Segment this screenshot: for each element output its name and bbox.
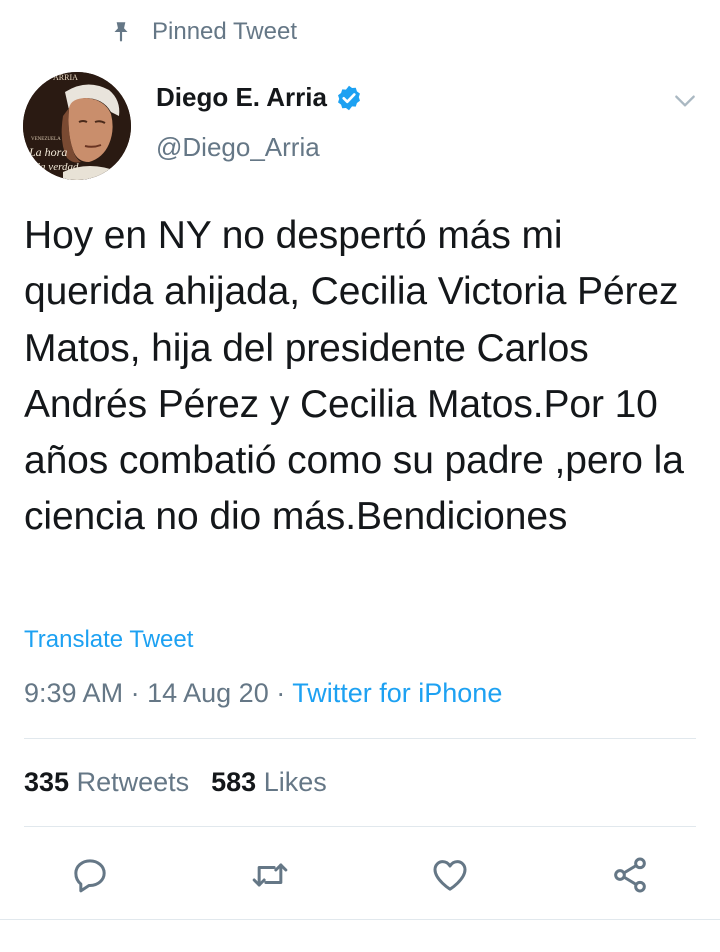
retweet-icon[interactable] bbox=[250, 855, 290, 895]
tweet-source-link[interactable]: Twitter for iPhone bbox=[292, 678, 502, 708]
pin-icon bbox=[114, 22, 128, 42]
avatar-lettering-line1: La hora bbox=[28, 145, 67, 159]
tweet-date: 14 Aug 20 bbox=[147, 678, 269, 708]
avatar-lettering-title: ARRIA bbox=[53, 73, 78, 82]
likes-stat[interactable]: 583 Likes bbox=[211, 767, 327, 797]
pinned-tweet-header: Pinned Tweet bbox=[108, 18, 297, 46]
avatar[interactable]: ARRIA VENEZUELA La hora la verdad bbox=[23, 72, 131, 180]
share-icon[interactable] bbox=[610, 855, 650, 895]
pinned-label: Pinned Tweet bbox=[152, 18, 297, 45]
retweets-stat[interactable]: 335 Retweets bbox=[24, 767, 189, 797]
likes-label: Likes bbox=[263, 767, 327, 797]
retweets-count: 335 bbox=[24, 767, 70, 797]
tweet-detail-view: Pinned Tweet ARRIA VENEZUELA La hora la … bbox=[0, 0, 720, 952]
avatar-lettering-country: VENEZUELA bbox=[31, 137, 61, 142]
likes-count: 583 bbox=[211, 767, 257, 797]
tweet-time: 9:39 AM bbox=[24, 678, 124, 708]
tweet-action-bar bbox=[0, 855, 720, 899]
verified-badge-icon bbox=[338, 85, 360, 110]
avatar-lettering-line2: la verdad bbox=[37, 161, 79, 173]
like-icon[interactable] bbox=[430, 855, 470, 895]
meta-separator: · bbox=[130, 678, 140, 708]
chevron-down-icon[interactable] bbox=[672, 88, 698, 114]
divider bbox=[24, 738, 696, 739]
tweet-text: Hoy en NY no despertó más mi querida ahi… bbox=[24, 214, 684, 539]
divider bbox=[24, 826, 696, 827]
user-handle[interactable]: @Diego_Arria bbox=[156, 132, 320, 163]
translate-tweet-link[interactable]: Translate Tweet bbox=[24, 626, 193, 654]
divider bbox=[0, 919, 720, 920]
retweets-label: Retweets bbox=[76, 767, 190, 797]
reply-icon[interactable] bbox=[70, 855, 110, 895]
user-name-text[interactable]: Diego E. Arria bbox=[156, 82, 327, 113]
meta-separator: · bbox=[276, 678, 286, 708]
user-display-name[interactable]: Diego E. Arria bbox=[156, 82, 363, 113]
tweet-metadata: 9:39 AM · 14 Aug 20 · Twitter for iPhone bbox=[24, 678, 502, 709]
tweet-stats: 335 Retweets 583 Likes bbox=[24, 767, 327, 798]
